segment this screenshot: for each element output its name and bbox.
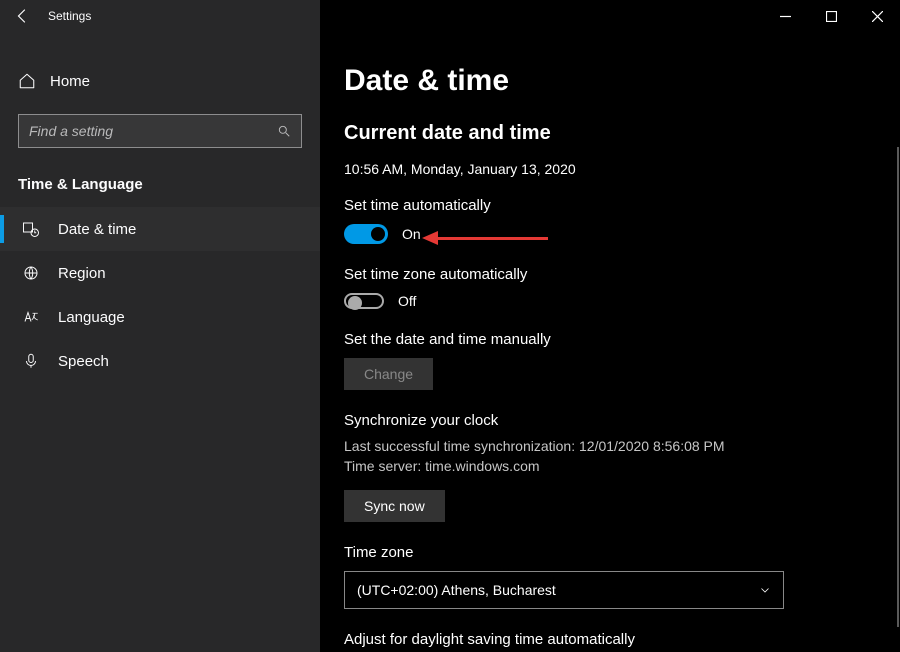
minimize-icon xyxy=(780,11,791,22)
chevron-down-icon xyxy=(759,584,771,596)
sidebar-item-label: Date & time xyxy=(58,221,136,238)
sidebar-item-label: Speech xyxy=(58,353,109,370)
home-link[interactable]: Home xyxy=(0,60,320,102)
sync-clock-label: Synchronize your clock xyxy=(344,412,876,429)
minimize-button[interactable] xyxy=(762,0,808,32)
globe-icon xyxy=(22,264,40,282)
set-timezone-auto-label: Set time zone automatically xyxy=(344,266,876,283)
sidebar-item-language[interactable]: Language xyxy=(0,295,320,339)
content-scrollbar[interactable] xyxy=(897,147,899,627)
calendar-clock-icon xyxy=(22,220,40,238)
set-timezone-auto-toggle[interactable] xyxy=(344,293,384,309)
set-time-auto-state: On xyxy=(402,226,421,242)
title-bar: Settings xyxy=(0,0,900,32)
mic-icon xyxy=(22,352,40,370)
set-time-auto-label: Set time automatically xyxy=(344,197,876,214)
sync-last-text: Last successful time synchronization: 12… xyxy=(344,437,876,457)
maximize-icon xyxy=(826,11,837,22)
close-button[interactable] xyxy=(854,0,900,32)
sidebar-item-label: Region xyxy=(58,265,106,282)
dst-label: Adjust for daylight saving time automati… xyxy=(344,631,876,648)
sync-server-text: Time server: time.windows.com xyxy=(344,457,876,477)
timezone-dropdown[interactable]: (UTC+02:00) Athens, Bucharest xyxy=(344,571,784,609)
sidebar-item-date-time[interactable]: Date & time xyxy=(0,207,320,251)
search-icon xyxy=(277,124,291,138)
page-title: Date & time xyxy=(344,64,876,98)
timezone-label: Time zone xyxy=(344,544,876,561)
set-timezone-auto-state: Off xyxy=(398,293,416,309)
timezone-selected: (UTC+02:00) Athens, Bucharest xyxy=(357,582,556,598)
manual-datetime-label: Set the date and time manually xyxy=(344,331,876,348)
home-label: Home xyxy=(50,73,90,90)
set-time-auto-toggle[interactable] xyxy=(344,224,388,244)
sidebar-section-header: Time & Language xyxy=(18,176,320,193)
sidebar: Home Time & Language Date & time Region … xyxy=(0,32,320,652)
search-input[interactable] xyxy=(29,123,269,139)
home-icon xyxy=(18,72,36,90)
content-pane: Date & time Current date and time 10:56 … xyxy=(320,32,900,652)
close-icon xyxy=(872,11,883,22)
maximize-button[interactable] xyxy=(808,0,854,32)
sidebar-item-speech[interactable]: Speech xyxy=(0,339,320,383)
search-box[interactable] xyxy=(18,114,302,148)
window-title: Settings xyxy=(48,9,91,23)
current-datetime-value: 10:56 AM, Monday, January 13, 2020 xyxy=(344,161,876,177)
current-datetime-header: Current date and time xyxy=(344,122,876,145)
language-icon xyxy=(22,308,40,326)
arrow-left-icon xyxy=(14,7,32,25)
sidebar-item-label: Language xyxy=(58,309,125,326)
sync-now-button[interactable]: Sync now xyxy=(344,490,445,522)
change-button[interactable]: Change xyxy=(344,358,433,390)
back-button[interactable] xyxy=(0,0,46,32)
sidebar-item-region[interactable]: Region xyxy=(0,251,320,295)
